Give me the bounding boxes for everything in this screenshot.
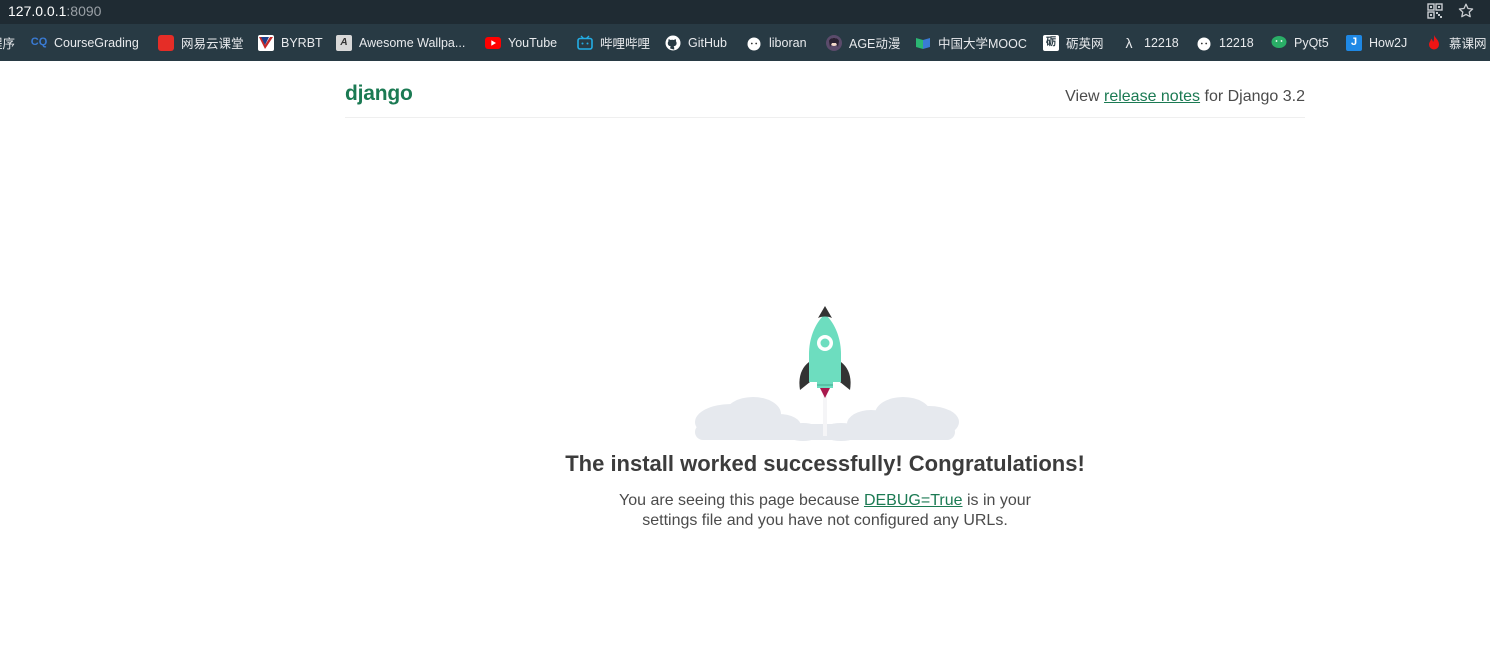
bookmark-liying[interactable]: 砺 砺英网 bbox=[1043, 24, 1104, 61]
bookmark-label: 砺英网 bbox=[1066, 37, 1104, 51]
github-icon bbox=[665, 35, 681, 51]
bookmark-program[interactable]: 程序 bbox=[0, 24, 15, 61]
bookmark-coursegrading[interactable]: CQ CourseGrading bbox=[31, 24, 139, 61]
django-logo[interactable]: django bbox=[345, 82, 413, 106]
bookmark-imooc[interactable]: 慕课网 bbox=[1426, 24, 1487, 61]
netease-cloud-classroom-icon bbox=[158, 34, 174, 51]
bookmark-age-anime[interactable]: AGE动漫 bbox=[826, 24, 900, 61]
address-bar[interactable]: 127.0.0.1:8090 bbox=[0, 0, 1490, 24]
liboran-icon bbox=[746, 35, 762, 51]
bookmark-label: 程序 bbox=[0, 37, 16, 51]
bookmark-star-icon[interactable] bbox=[1458, 3, 1474, 19]
bookmark-label: AGE动漫 bbox=[849, 37, 901, 51]
bookmark-label: CourseGrading bbox=[54, 35, 139, 50]
bookmark-youtube[interactable]: YouTube bbox=[485, 24, 557, 61]
bookmark-label: 网易云课堂 bbox=[181, 37, 244, 51]
wechat-icon bbox=[1271, 35, 1287, 51]
bookmark-label: GitHub bbox=[688, 35, 727, 50]
bookmark-awesome-wallpaper[interactable]: A Awesome Wallpa... bbox=[336, 24, 465, 61]
liying-icon: 砺 bbox=[1043, 34, 1059, 51]
lambda-icon: λ bbox=[1125, 34, 1133, 51]
coursegrading-icon: CQ bbox=[30, 36, 48, 48]
mooc-icon bbox=[915, 35, 931, 51]
url-text[interactable]: 127.0.0.1:8090 bbox=[8, 3, 101, 20]
bookmark-label: liboran bbox=[769, 35, 807, 50]
bookmark-12218[interactable]: 12218 bbox=[1196, 24, 1254, 61]
how2j-icon: J bbox=[1346, 34, 1362, 51]
bookmark-label: 哔哩哔哩 bbox=[600, 37, 651, 51]
release-suffix: for Django 3.2 bbox=[1200, 88, 1305, 105]
bookmark-liboran[interactable]: liboran bbox=[746, 24, 807, 61]
bookmark-label: YouTube bbox=[508, 35, 558, 50]
bookmark-label: How2J bbox=[1369, 35, 1408, 50]
url-port: :8090 bbox=[66, 3, 102, 19]
bookmark-netease-cloud-classroom[interactable]: 网易云课堂 bbox=[158, 24, 244, 61]
bookmark-label: 中国大学MOOC bbox=[938, 37, 1027, 51]
bookmark-label: BYRBT bbox=[281, 35, 323, 50]
awesome-wallpaper-icon: A bbox=[336, 34, 352, 51]
byrbt-icon bbox=[258, 34, 274, 51]
rocket-illustration bbox=[691, 300, 959, 444]
bookmark-github[interactable]: GitHub bbox=[665, 24, 727, 61]
bookmark-label: PyQt5 bbox=[1294, 35, 1329, 50]
bookmarks-bar: 程序 CQ CourseGrading 网易云课堂 BYRBT A Awesom… bbox=[0, 24, 1490, 61]
bookmark-bilibili[interactable]: 哔哩哔哩 bbox=[577, 24, 650, 61]
flame-icon bbox=[1426, 34, 1442, 51]
bilibili-icon bbox=[577, 35, 593, 51]
age-anime-icon bbox=[826, 34, 842, 51]
qr-code-icon[interactable] bbox=[1427, 3, 1443, 19]
bookmark-label: 12218 bbox=[1144, 35, 1179, 50]
bookmark-label: 12218 bbox=[1219, 35, 1254, 50]
explanation-mid: is in your bbox=[962, 492, 1031, 509]
bookmark-12218-lambda[interactable]: λ 12218 bbox=[1121, 24, 1179, 61]
youtube-icon bbox=[485, 35, 501, 51]
bookmark-label: 慕课网 bbox=[1449, 37, 1487, 51]
liboran-icon bbox=[1196, 35, 1212, 51]
bookmark-byrbt[interactable]: BYRBT bbox=[258, 24, 323, 61]
rocket-icon bbox=[695, 306, 959, 441]
bookmark-label: Awesome Wallpa... bbox=[359, 35, 466, 50]
bookmark-how2j[interactable]: J How2J bbox=[1346, 24, 1407, 61]
debug-true-link[interactable]: DEBUG=True bbox=[864, 492, 963, 509]
success-headline: The install worked successfully! Congrat… bbox=[565, 451, 1085, 476]
page-header: django View release notes for Django 3.2 bbox=[345, 72, 1305, 118]
bookmark-chinese-mooc[interactable]: 中国大学MOOC bbox=[915, 24, 1027, 61]
release-notes-link[interactable]: release notes bbox=[1104, 88, 1200, 105]
release-prefix: View bbox=[1065, 88, 1104, 105]
bookmark-pyqt5[interactable]: PyQt5 bbox=[1271, 24, 1329, 61]
url-host: 127.0.0.1 bbox=[8, 3, 67, 19]
explanation-prefix: You are seeing this page because bbox=[619, 492, 864, 509]
release-notes-text: View release notes for Django 3.2 bbox=[1065, 88, 1305, 106]
debug-explanation: You are seeing this page because DEBUG=T… bbox=[545, 491, 1105, 531]
explanation-line2: settings file and you have not configure… bbox=[642, 512, 1008, 529]
